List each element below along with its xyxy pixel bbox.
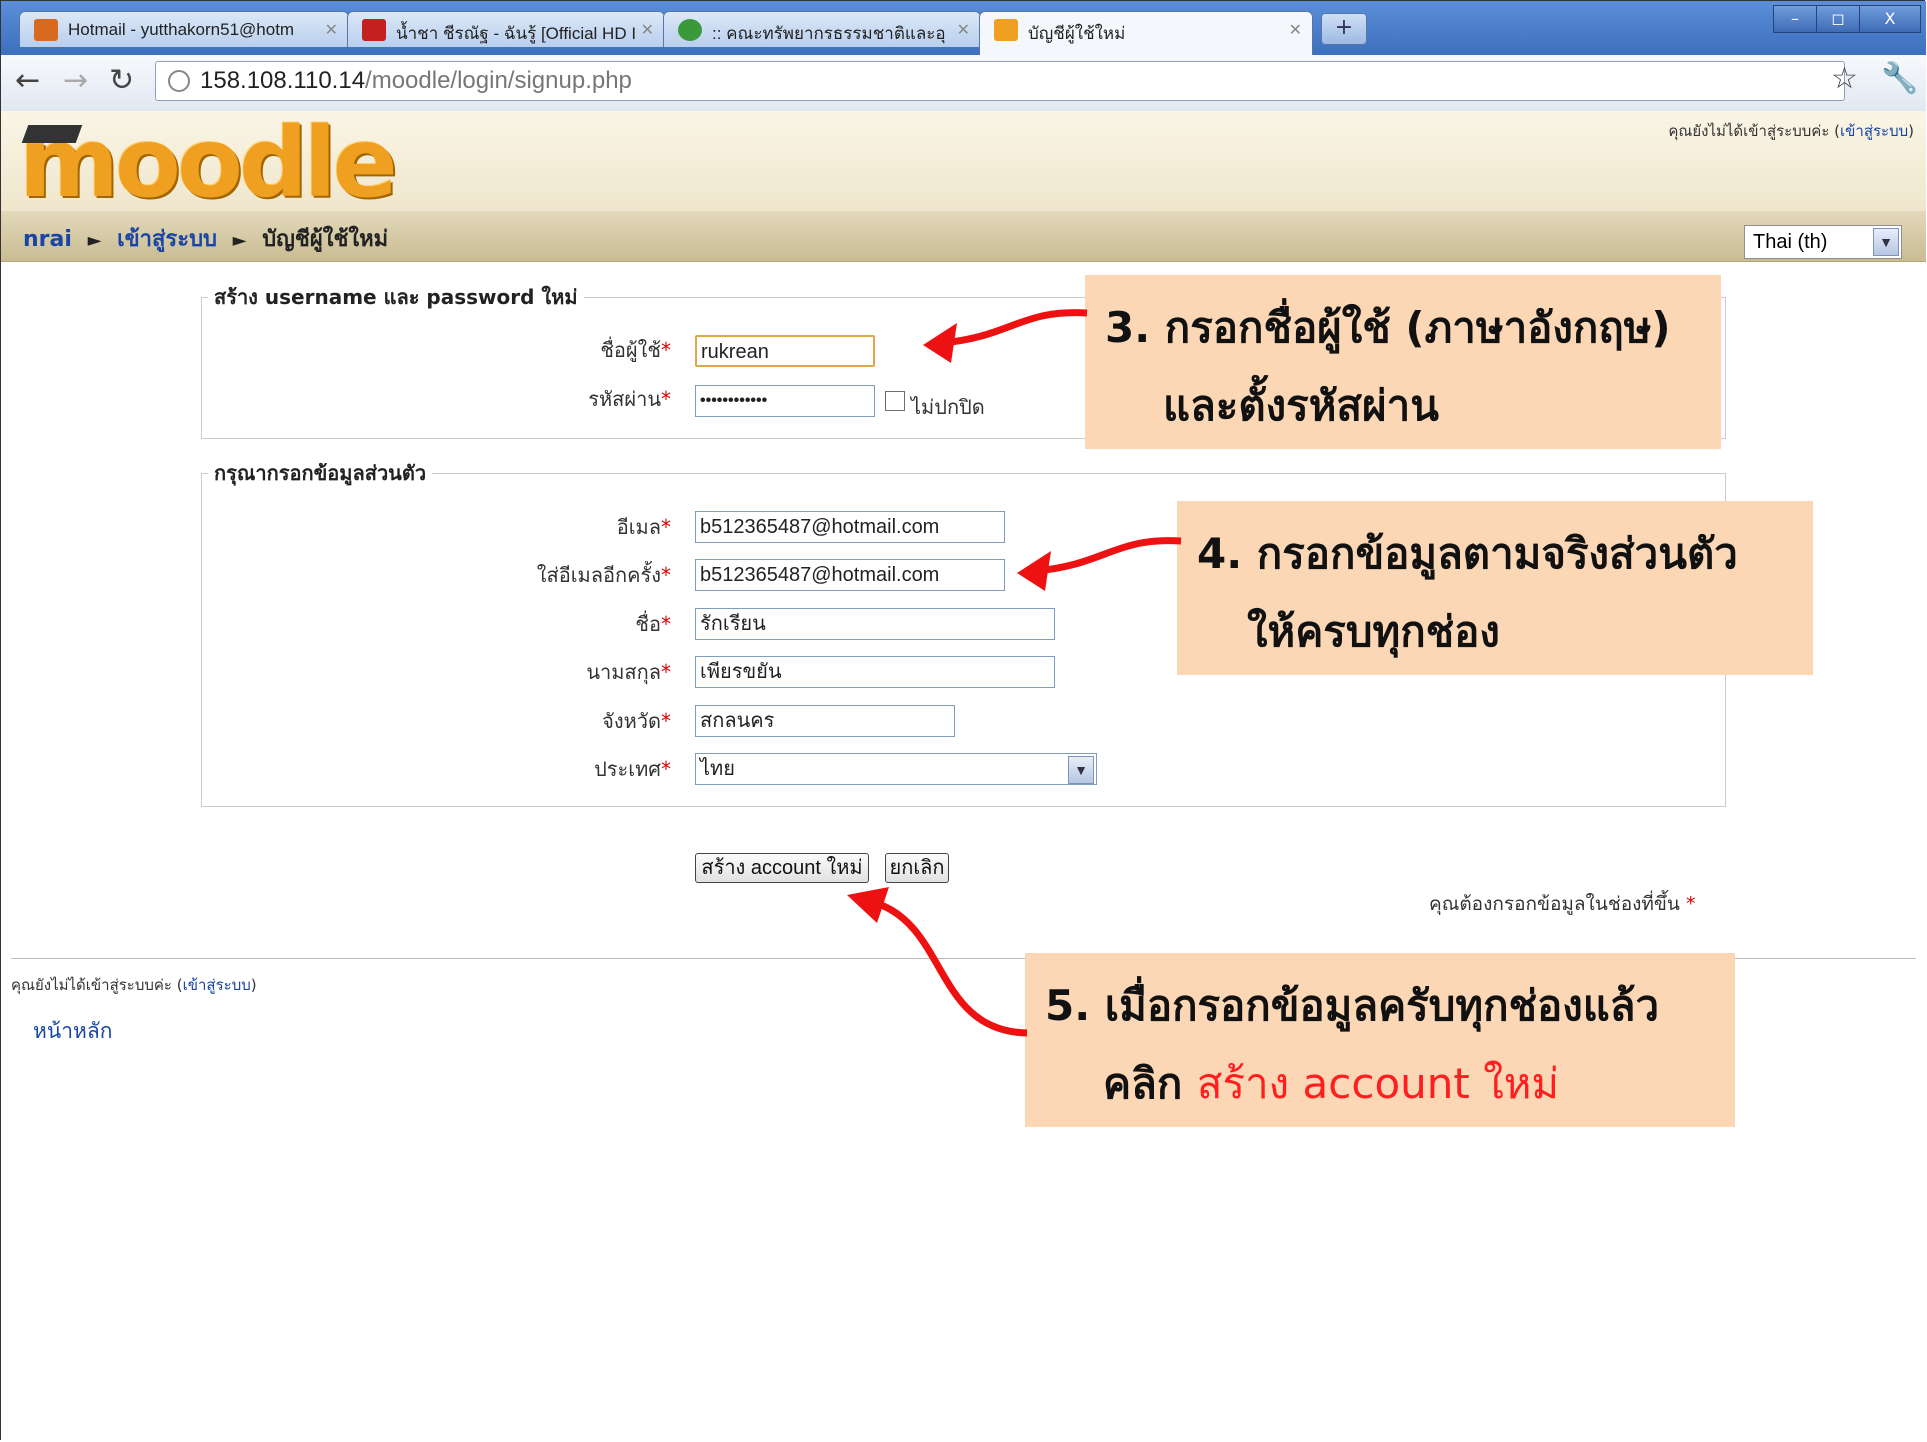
breadcrumb: nrai ► เข้าสู่ระบบ ► บัญชีผู้ใช้ใหม่ bbox=[23, 221, 388, 256]
lastname-label: นามสกุล* bbox=[586, 660, 671, 684]
step4-callout: 4. กรอกข้อมูลตามจริงส่วนตัว ให้ครบทุกช่อ… bbox=[1177, 501, 1813, 675]
country-label: ประเทศ* bbox=[594, 757, 671, 781]
graduation-cap-icon bbox=[21, 125, 83, 143]
step3-arrow-icon bbox=[923, 309, 1088, 363]
firstname-input[interactable]: รักเรียน bbox=[695, 608, 1055, 640]
password-label: รหัสผ่าน* bbox=[588, 387, 671, 411]
email-confirm-label: ใส่อีเมลอีกครั้ง* bbox=[536, 563, 671, 587]
moodle-icon bbox=[994, 19, 1018, 41]
bottom-area bbox=[1, 1393, 1926, 1441]
tab-strip: Hotmail - yutthakorn51@hotm ✕ น้ำชา ชีรณ… bbox=[1, 1, 1926, 56]
footer-login-status: คุณยังไม่ได้เข้าสู่ระบบค่ะ (เข้าสู่ระบบ) bbox=[11, 976, 257, 994]
email-input[interactable]: b512365487@hotmail.com bbox=[695, 511, 1005, 543]
youtube-icon bbox=[362, 19, 386, 41]
unmask-checkbox[interactable] bbox=[885, 391, 905, 411]
username-label: ชื่อผู้ใช้* bbox=[600, 338, 671, 362]
language-select[interactable]: Thai (th) ▼ bbox=[1744, 225, 1902, 259]
close-icon[interactable]: ✕ bbox=[1289, 20, 1302, 40]
breadcrumb-home[interactable]: nrai bbox=[23, 227, 72, 252]
close-icon[interactable]: ✕ bbox=[957, 20, 970, 40]
forward-arrow-icon[interactable]: → bbox=[63, 63, 88, 98]
page-content: moodle คุณยังไม่ได้เข้าสู่ระบบค่ะ (เข้าส… bbox=[1, 107, 1926, 1393]
close-window-button[interactable]: X bbox=[1859, 5, 1921, 33]
tab-hotmail[interactable]: Hotmail - yutthakorn51@hotm ✕ bbox=[19, 11, 349, 47]
cancel-button[interactable]: ยกเลิก bbox=[885, 853, 949, 883]
bookmark-star-icon[interactable]: ☆ bbox=[1831, 61, 1858, 96]
breadcrumb-separator-icon: ► bbox=[87, 230, 102, 251]
breadcrumb-current: บัญชีผู้ใช้ใหม่ bbox=[262, 227, 389, 252]
password-input[interactable]: •••••••••••• bbox=[695, 385, 875, 417]
maximize-button[interactable]: ◻ bbox=[1816, 5, 1860, 33]
country-select[interactable]: ไทย ▼ bbox=[695, 753, 1097, 785]
step5-target-text: สร้าง account ใหม่ bbox=[1196, 1059, 1560, 1108]
chevron-down-icon: ▼ bbox=[1068, 756, 1094, 784]
step4-arrow-icon bbox=[1017, 537, 1182, 591]
city-input[interactable]: สกลนคร bbox=[695, 705, 955, 737]
url-path: /moodle/login/signup.php bbox=[365, 67, 632, 94]
faculty-icon bbox=[678, 19, 702, 41]
personal-legend: กรุณากรอกข้อมูลส่วนตัว bbox=[214, 461, 427, 485]
reload-icon[interactable]: ↻ bbox=[109, 63, 134, 98]
breadcrumb-separator-icon: ► bbox=[232, 230, 247, 251]
minimize-button[interactable]: – bbox=[1773, 5, 1817, 33]
breadcrumb-login[interactable]: เข้าสู่ระบบ bbox=[117, 227, 217, 252]
moodle-logo[interactable]: moodle bbox=[19, 107, 398, 219]
wrench-icon[interactable]: 🔧 bbox=[1881, 61, 1918, 96]
browser-window: Hotmail - yutthakorn51@hotm ✕ น้ำชา ชีรณ… bbox=[0, 0, 1926, 1441]
new-tab-button[interactable]: + bbox=[1321, 13, 1367, 45]
username-input[interactable]: rukrean bbox=[695, 335, 875, 367]
close-icon[interactable]: ✕ bbox=[325, 20, 338, 40]
login-status: คุณยังไม่ได้เข้าสู่ระบบค่ะ (เข้าสู่ระบบ) bbox=[1668, 122, 1914, 140]
tab-label: :: คณะทรัพยากรธรรมชาติและอุ bbox=[712, 24, 946, 43]
chevron-down-icon: ▼ bbox=[1873, 228, 1899, 256]
globe-icon bbox=[168, 70, 190, 92]
tab-faculty[interactable]: :: คณะทรัพยากรธรรมชาติและอุ ✕ bbox=[663, 11, 981, 47]
url-host: 158.108.110.14 bbox=[200, 67, 366, 94]
account-legend: สร้าง username และ password ใหม่ bbox=[214, 285, 578, 309]
step5-callout: 5. เมื่อกรอกข้อมูลครับทุกช่องแล้ว คลิก ส… bbox=[1025, 953, 1735, 1127]
address-toolbar: ← → ↻ 158.108.110.14/moodle/login/signup… bbox=[1, 55, 1926, 112]
hotmail-icon bbox=[34, 19, 58, 41]
back-arrow-icon[interactable]: ← bbox=[15, 63, 40, 98]
address-bar[interactable]: 158.108.110.14/moodle/login/signup.php bbox=[155, 61, 1845, 101]
footer-login-link[interactable]: เข้าสู่ระบบ bbox=[183, 976, 251, 994]
firstname-label: ชื่อ* bbox=[635, 612, 671, 636]
tab-label: Hotmail - yutthakorn51@hotm bbox=[68, 20, 295, 39]
unmask-label: ไม่ปกปิด bbox=[911, 395, 985, 419]
create-account-button[interactable]: สร้าง account ใหม่ bbox=[695, 853, 869, 883]
tab-label: น้ำชา ชีรณัฐ - ฉันรู้ [Official HD I bbox=[396, 24, 637, 43]
step5-arrow-icon bbox=[847, 887, 1028, 1037]
moodle-header: moodle คุณยังไม่ได้เข้าสู่ระบบค่ะ (เข้าส… bbox=[1, 107, 1926, 219]
close-icon[interactable]: ✕ bbox=[641, 20, 654, 40]
login-link[interactable]: เข้าสู่ระบบ bbox=[1840, 122, 1908, 140]
tab-youtube[interactable]: น้ำชา ชีรณัฐ - ฉันรู้ [Official HD I ✕ bbox=[347, 11, 665, 47]
email-confirm-input[interactable]: b512365487@hotmail.com bbox=[695, 559, 1005, 591]
step3-callout: 3. กรอกชื่อผู้ใช้ (ภาษาอังกฤษ) และตั้งรห… bbox=[1085, 275, 1721, 449]
tab-label: บัญชีผู้ใช้ใหม่ bbox=[1028, 24, 1126, 43]
lastname-input[interactable]: เพียรขยัน bbox=[695, 656, 1055, 688]
required-note: คุณต้องกรอกข้อมูลในช่องที่ขึ้น * bbox=[1429, 893, 1696, 915]
city-label: จังหวัด* bbox=[602, 709, 671, 733]
email-label: อีเมล* bbox=[616, 515, 671, 539]
tab-signup[interactable]: บัญชีผู้ใช้ใหม่ ✕ bbox=[979, 11, 1313, 55]
navigation-bar: nrai ► เข้าสู่ระบบ ► บัญชีผู้ใช้ใหม่ bbox=[1, 211, 1926, 262]
home-link[interactable]: หน้าหลัก bbox=[33, 1015, 112, 1048]
